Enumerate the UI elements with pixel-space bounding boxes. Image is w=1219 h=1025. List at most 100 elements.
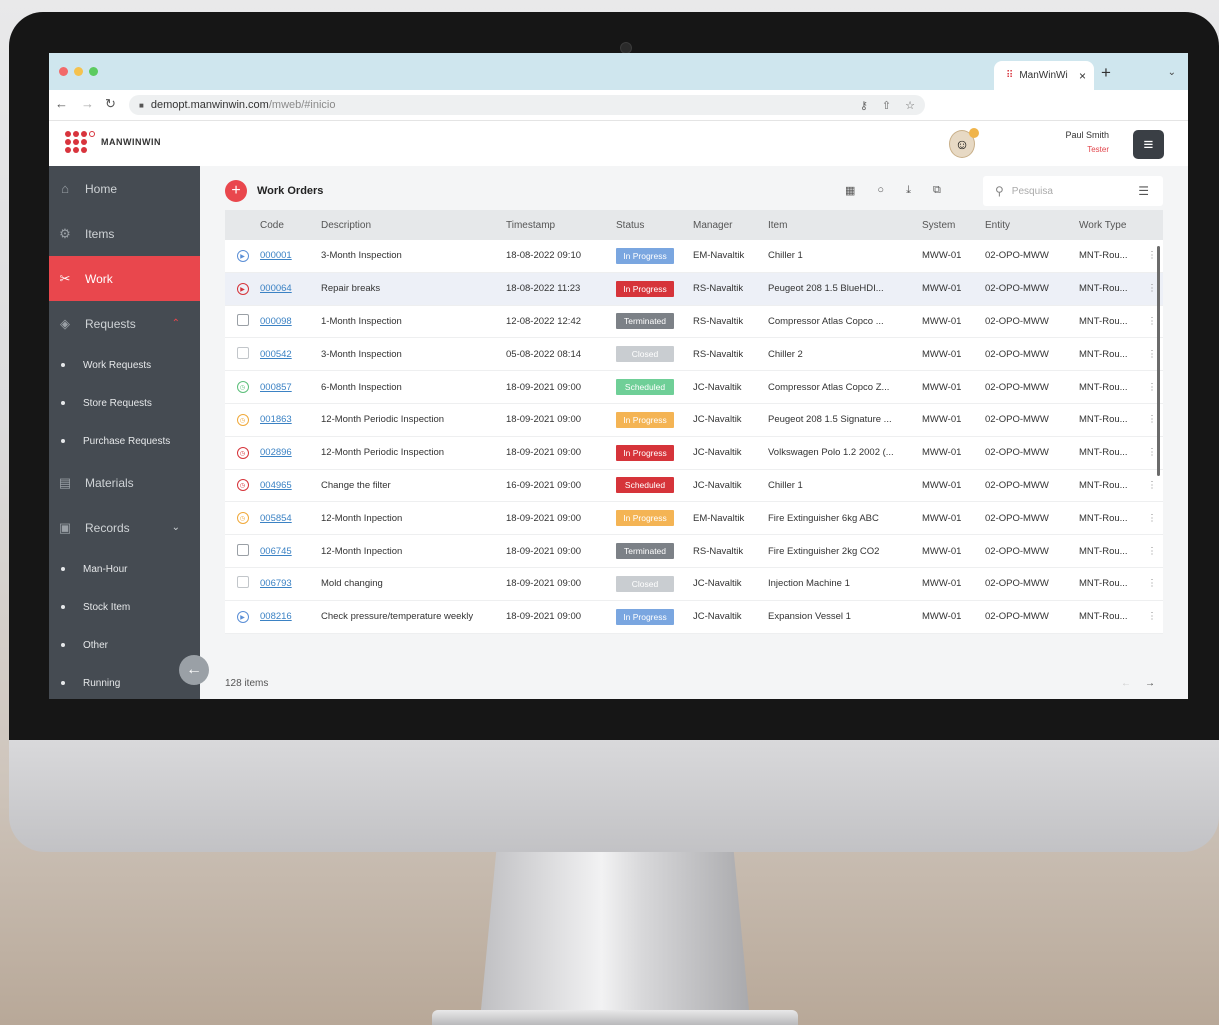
code-cell[interactable]: 002896: [260, 447, 321, 458]
sidebar-subitem-purchase-requests[interactable]: Purchase Requests: [49, 422, 200, 460]
code-cell[interactable]: 000542: [260, 349, 321, 360]
url-bar[interactable]: ■ demopt.manwinwin.com /mweb/#inicio ⚷ ⇧…: [129, 95, 925, 115]
export-icon[interactable]: ⧉: [933, 184, 941, 197]
collapse-sidebar-button[interactable]: ←: [179, 655, 209, 685]
code-cell[interactable]: 006793: [260, 578, 321, 589]
table-row[interactable]: ▶ 008216 Check pressure/temperature weekly…: [225, 601, 1163, 634]
play-icon[interactable]: ▶: [236, 249, 249, 262]
sidebar-item-items[interactable]: ⚙ Items: [49, 211, 200, 256]
sidebar-item-records[interactable]: ▣ Records ⌄: [49, 505, 200, 550]
archive-icon[interactable]: [236, 346, 249, 359]
calendar-icon[interactable]: ▦: [845, 184, 855, 197]
code-cell[interactable]: 000001: [260, 250, 321, 261]
maximize-window-button[interactable]: [89, 67, 98, 76]
sidebar-subitem-store-requests[interactable]: Store Requests: [49, 384, 200, 422]
code-cell[interactable]: 008216: [260, 611, 321, 622]
sidebar-subitem-stock-item[interactable]: Stock Item: [49, 588, 200, 626]
status-cell: In Progress: [616, 280, 693, 297]
reload-icon[interactable]: ↻: [105, 96, 116, 112]
row-menu-icon[interactable]: ⋮: [1141, 611, 1163, 622]
table-row[interactable]: ▶ 000064 Repair breaks 18-08-2022 11:23 In P…: [225, 272, 1163, 306]
table-row[interactable]: 000098 1-Month Inspection 12-08-2022 12:42…: [225, 306, 1163, 339]
code-cell[interactable]: 000098: [260, 316, 321, 327]
close-tab-icon[interactable]: ×: [1079, 69, 1086, 83]
table-row[interactable]: ◷ 005854 12-Month Inpection 18-09-2021 09:0…: [225, 502, 1163, 536]
code-cell[interactable]: 004965: [260, 480, 321, 491]
column-header-item[interactable]: Item: [768, 220, 922, 231]
menu-button[interactable]: ≡: [1133, 130, 1164, 159]
table-row[interactable]: ◷ 001863 12-Month Periodic Inspection 18-09…: [225, 404, 1163, 437]
sidebar-item-label: Items: [85, 226, 115, 241]
tab-list-icon[interactable]: ⌄: [1168, 67, 1176, 78]
key-icon[interactable]: ⚷: [860, 99, 868, 112]
column-header-manager[interactable]: Manager: [693, 220, 768, 231]
search-input[interactable]: ⚲ Pesquisa ☰: [983, 176, 1163, 206]
sidebar-subitem-other[interactable]: Other: [49, 626, 200, 664]
code-cell[interactable]: 001863: [260, 414, 321, 425]
clock-icon[interactable]: ◷: [236, 381, 249, 394]
user-info[interactable]: Paul Smith Tester: [1039, 130, 1109, 154]
back-icon[interactable]: ←: [55, 96, 68, 111]
table-row[interactable]: ◷ 000857 6-Month Inspection 18-09-2021 09:0…: [225, 371, 1163, 404]
sidebar-item-home[interactable]: ⌂ Home: [49, 166, 200, 211]
avatar[interactable]: ☺: [949, 128, 979, 158]
archive-icon[interactable]: [236, 543, 249, 556]
clock-icon[interactable]: ◷: [236, 413, 249, 426]
star-icon[interactable]: ☆: [905, 99, 915, 112]
next-page-icon[interactable]: →: [1145, 678, 1155, 689]
sidebar-subitem-running[interactable]: Running: [49, 664, 200, 699]
table-row[interactable]: ◷ 002896 12-Month Periodic Inspection 18-09…: [225, 437, 1163, 470]
add-work-order-button[interactable]: +: [225, 180, 247, 202]
table-row[interactable]: ◷ 004965 Change the filter 16-09-2021 09:00…: [225, 470, 1163, 503]
code-cell[interactable]: 000064: [260, 283, 321, 294]
clock-icon[interactable]: ◷: [236, 479, 249, 492]
refresh-icon[interactable]: ○: [877, 184, 884, 197]
row-menu-icon[interactable]: ⋮: [1141, 513, 1163, 524]
sidebar-item-requests[interactable]: ◈ Requests ⌃: [49, 301, 200, 346]
play-icon[interactable]: ▶: [236, 610, 249, 623]
row-menu-icon[interactable]: ⋮: [1141, 578, 1163, 589]
table-scrollbar[interactable]: [1157, 246, 1160, 476]
table-row[interactable]: 000542 3-Month Inspection 05-08-2022 08:14…: [225, 338, 1163, 372]
row-menu-icon[interactable]: ⋮: [1141, 546, 1163, 557]
sidebar-subitem-work-requests[interactable]: Work Requests: [49, 346, 200, 384]
sidebar-item-materials[interactable]: ▤ Materials: [49, 460, 200, 505]
archive-icon[interactable]: [236, 576, 249, 589]
minimize-window-button[interactable]: [74, 67, 83, 76]
filter-icon[interactable]: ☰: [1138, 184, 1149, 198]
table-row[interactable]: 006745 12-Month Inpection 18-09-2021 09:00…: [225, 535, 1163, 568]
app-logo[interactable]: MANWINWIN: [65, 131, 161, 153]
download-icon[interactable]: ⤓: [906, 184, 911, 197]
sidebar-item-work[interactable]: ✂ Work: [49, 256, 200, 301]
entity-cell: 02-OPO-MWW: [985, 414, 1049, 426]
close-window-button[interactable]: [59, 67, 68, 76]
share-icon[interactable]: ⇧: [882, 99, 891, 112]
column-header-description[interactable]: Description: [321, 220, 506, 231]
code-cell[interactable]: 006745: [260, 546, 321, 557]
clock-icon[interactable]: ◷: [236, 446, 249, 459]
column-header-work-type[interactable]: Work Type: [1079, 220, 1141, 231]
code-cell[interactable]: 005854: [260, 513, 321, 524]
column-header-timestamp[interactable]: Timestamp: [506, 220, 616, 231]
archive-icon[interactable]: [236, 313, 249, 326]
description-cell: Change the filter: [321, 479, 391, 491]
prev-page-icon[interactable]: ←: [1121, 678, 1131, 689]
forward-icon[interactable]: →: [81, 96, 94, 111]
sidebar-subitem-label: Man-Hour: [83, 563, 128, 575]
item-cell: Volkswagen Polo 1.2 2002 (...: [768, 447, 894, 459]
column-header-system[interactable]: System: [922, 220, 985, 231]
clock-icon[interactable]: ◷: [236, 512, 249, 525]
play-icon[interactable]: ▶: [236, 282, 249, 295]
browser-tab-bar: ⠿ ManWinWi × + ⌄: [49, 53, 1188, 90]
table-row[interactable]: 006793 Mold changing 18-09-2021 09:00 Close…: [225, 568, 1163, 601]
table-footer: 128 items ← →: [225, 678, 1163, 689]
column-header-entity[interactable]: Entity: [985, 220, 1079, 231]
table-row[interactable]: ▶ 000001 3-Month Inspection 18-08-2022 09:1…: [225, 240, 1163, 273]
new-tab-button[interactable]: +: [1101, 63, 1111, 83]
sidebar-subitem-man-hour[interactable]: Man-Hour: [49, 550, 200, 588]
column-header-code[interactable]: Code: [260, 220, 321, 231]
browser-tab[interactable]: ⠿ ManWinWi ×: [994, 61, 1094, 90]
code-cell[interactable]: 000857: [260, 382, 321, 393]
column-header-status[interactable]: Status: [616, 220, 693, 231]
row-menu-icon[interactable]: ⋮: [1141, 480, 1163, 491]
